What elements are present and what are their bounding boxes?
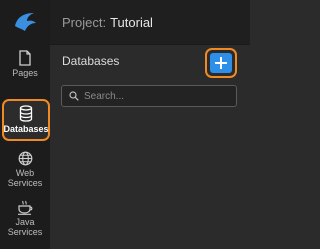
page-icon <box>19 50 31 66</box>
sidebar-item-databases[interactable]: Databases <box>2 99 50 141</box>
sidebar-item-label: Java Services <box>7 217 43 237</box>
left-nav-rail: Pages Databases Web Services Java Servic… <box>0 0 50 249</box>
app-logo[interactable] <box>0 0 50 44</box>
database-icon <box>19 105 33 122</box>
sidebar-item-label: Pages <box>12 68 38 78</box>
search-box[interactable] <box>61 85 237 107</box>
app-window: Pages Databases Web Services Java Servic… <box>0 0 250 249</box>
sidebar-item-web-services[interactable]: Web Services <box>0 151 50 193</box>
search-icon <box>69 91 79 101</box>
add-button-highlight <box>205 48 237 78</box>
project-header: Project: Tutorial <box>50 0 250 44</box>
logo-icon <box>15 13 36 31</box>
sidebar-item-label: Web Services <box>7 168 43 188</box>
globe-icon <box>18 151 32 166</box>
sidebar-item-pages[interactable]: Pages <box>0 50 50 92</box>
search-input[interactable] <box>84 90 224 102</box>
add-database-button[interactable] <box>210 53 232 73</box>
sidebar-item-java-services[interactable]: Java Services <box>0 200 50 242</box>
coffee-cup-icon <box>17 200 32 215</box>
plus-icon <box>215 57 227 69</box>
panel-title: Databases <box>62 54 120 68</box>
project-prefix: Project: <box>62 14 107 30</box>
databases-panel: Databases <box>50 44 250 249</box>
sidebar-item-label: Databases <box>3 124 49 134</box>
project-name: Tutorial <box>110 14 153 30</box>
